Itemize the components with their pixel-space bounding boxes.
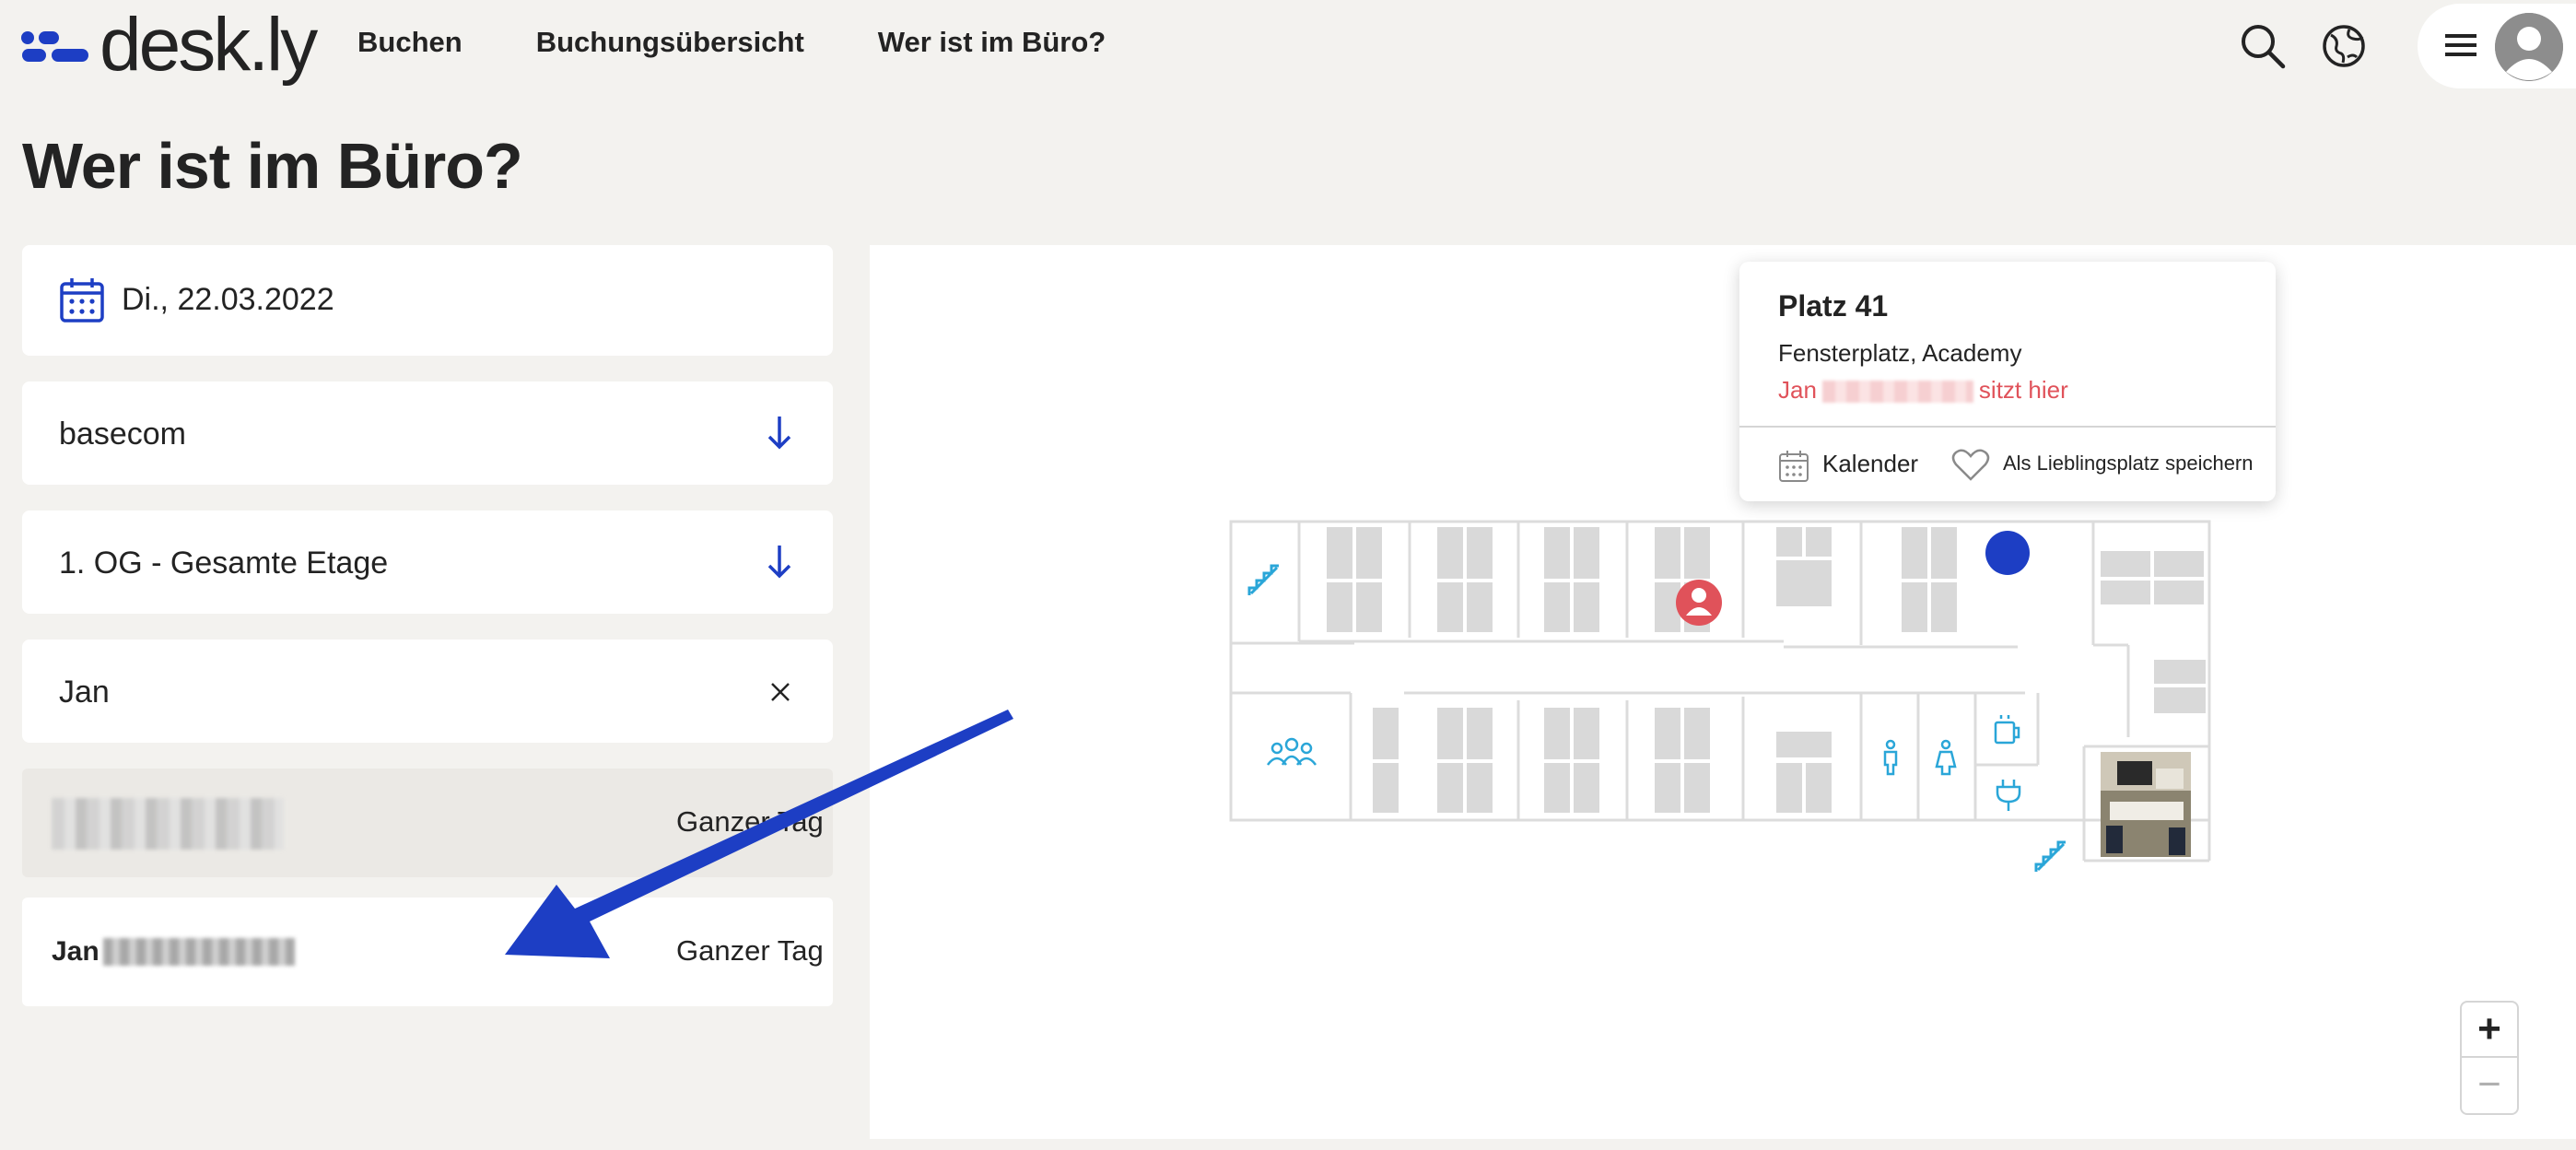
arrow-down-icon xyxy=(767,417,791,450)
globe-icon[interactable] xyxy=(2318,20,2370,72)
page-title: Wer ist im Büro? xyxy=(22,130,523,202)
popup-occupant: Jan sitzt hier xyxy=(1778,376,2068,405)
avatar-icon[interactable] xyxy=(2495,13,2563,81)
blurred-name xyxy=(103,938,295,966)
close-icon[interactable] xyxy=(768,680,792,704)
zoom-control: + − xyxy=(2460,1001,2519,1115)
zoom-out-button[interactable]: − xyxy=(2462,1058,2517,1113)
person-search-input[interactable]: Jan xyxy=(22,640,833,743)
zoom-in-button[interactable]: + xyxy=(2462,1003,2517,1058)
floor-select[interactable]: 1. OG - Gesamte Etage xyxy=(22,510,833,614)
list-item-name: Jan xyxy=(52,936,100,967)
logo-text: desk.ly xyxy=(100,3,318,87)
popup-calendar-button[interactable]: Kalender xyxy=(1822,450,1918,478)
list-item[interactable]: Jan Ganzer Tag xyxy=(22,898,833,1006)
location-value: basecom xyxy=(59,417,186,452)
user-menu[interactable] xyxy=(2418,4,2576,88)
main-nav: Buchen Buchungsübersicht Wer ist im Büro… xyxy=(357,26,1106,59)
popup-favorite-button[interactable]: Als Lieblingsplatz speichern xyxy=(2003,452,2254,475)
list-item[interactable]: Ganzer Tag xyxy=(22,769,833,877)
nav-item-buchungsuebersicht[interactable]: Buchungsübersicht xyxy=(536,26,804,59)
search-value: Jan xyxy=(59,675,110,710)
calendar-icon xyxy=(1779,451,1809,482)
nav-item-wer-ist-im-buero[interactable]: Wer ist im Büro? xyxy=(878,26,1106,59)
seat-popup: Platz 41 Fensterplatz, Academy Jan sitzt … xyxy=(1739,262,2276,501)
list-item-time: Ganzer Tag xyxy=(676,805,824,838)
arrow-down-icon xyxy=(767,546,791,579)
popup-title: Platz 41 xyxy=(1778,289,1889,323)
logo[interactable]: desk.ly xyxy=(20,3,318,87)
menu-icon[interactable] xyxy=(2445,29,2476,61)
header: desk.ly Buchen Buchungsübersicht Wer ist… xyxy=(0,0,2576,92)
location-select[interactable]: basecom xyxy=(22,381,833,485)
date-value: Di., 22.03.2022 xyxy=(122,282,334,317)
blurred-name xyxy=(52,798,284,850)
calendar-icon xyxy=(60,278,104,323)
floor-value: 1. OG - Gesamte Etage xyxy=(59,546,389,581)
nav-item-buchen[interactable]: Buchen xyxy=(357,26,463,59)
date-picker[interactable]: Di., 22.03.2022 xyxy=(22,245,833,356)
heart-icon[interactable] xyxy=(1951,448,1990,483)
logo-icon xyxy=(21,31,88,62)
list-item-time: Ganzer Tag xyxy=(676,934,824,967)
search-icon[interactable] xyxy=(2237,20,2289,72)
floor-map[interactable] xyxy=(870,245,2576,1139)
popup-divider xyxy=(1739,426,2276,428)
occupant-blurred xyxy=(1821,381,1973,404)
occupant-prefix: Jan xyxy=(1778,376,1817,404)
occupant-suffix: sitzt hier xyxy=(1978,376,2068,404)
popup-subtitle: Fensterplatz, Academy xyxy=(1778,339,2022,367)
